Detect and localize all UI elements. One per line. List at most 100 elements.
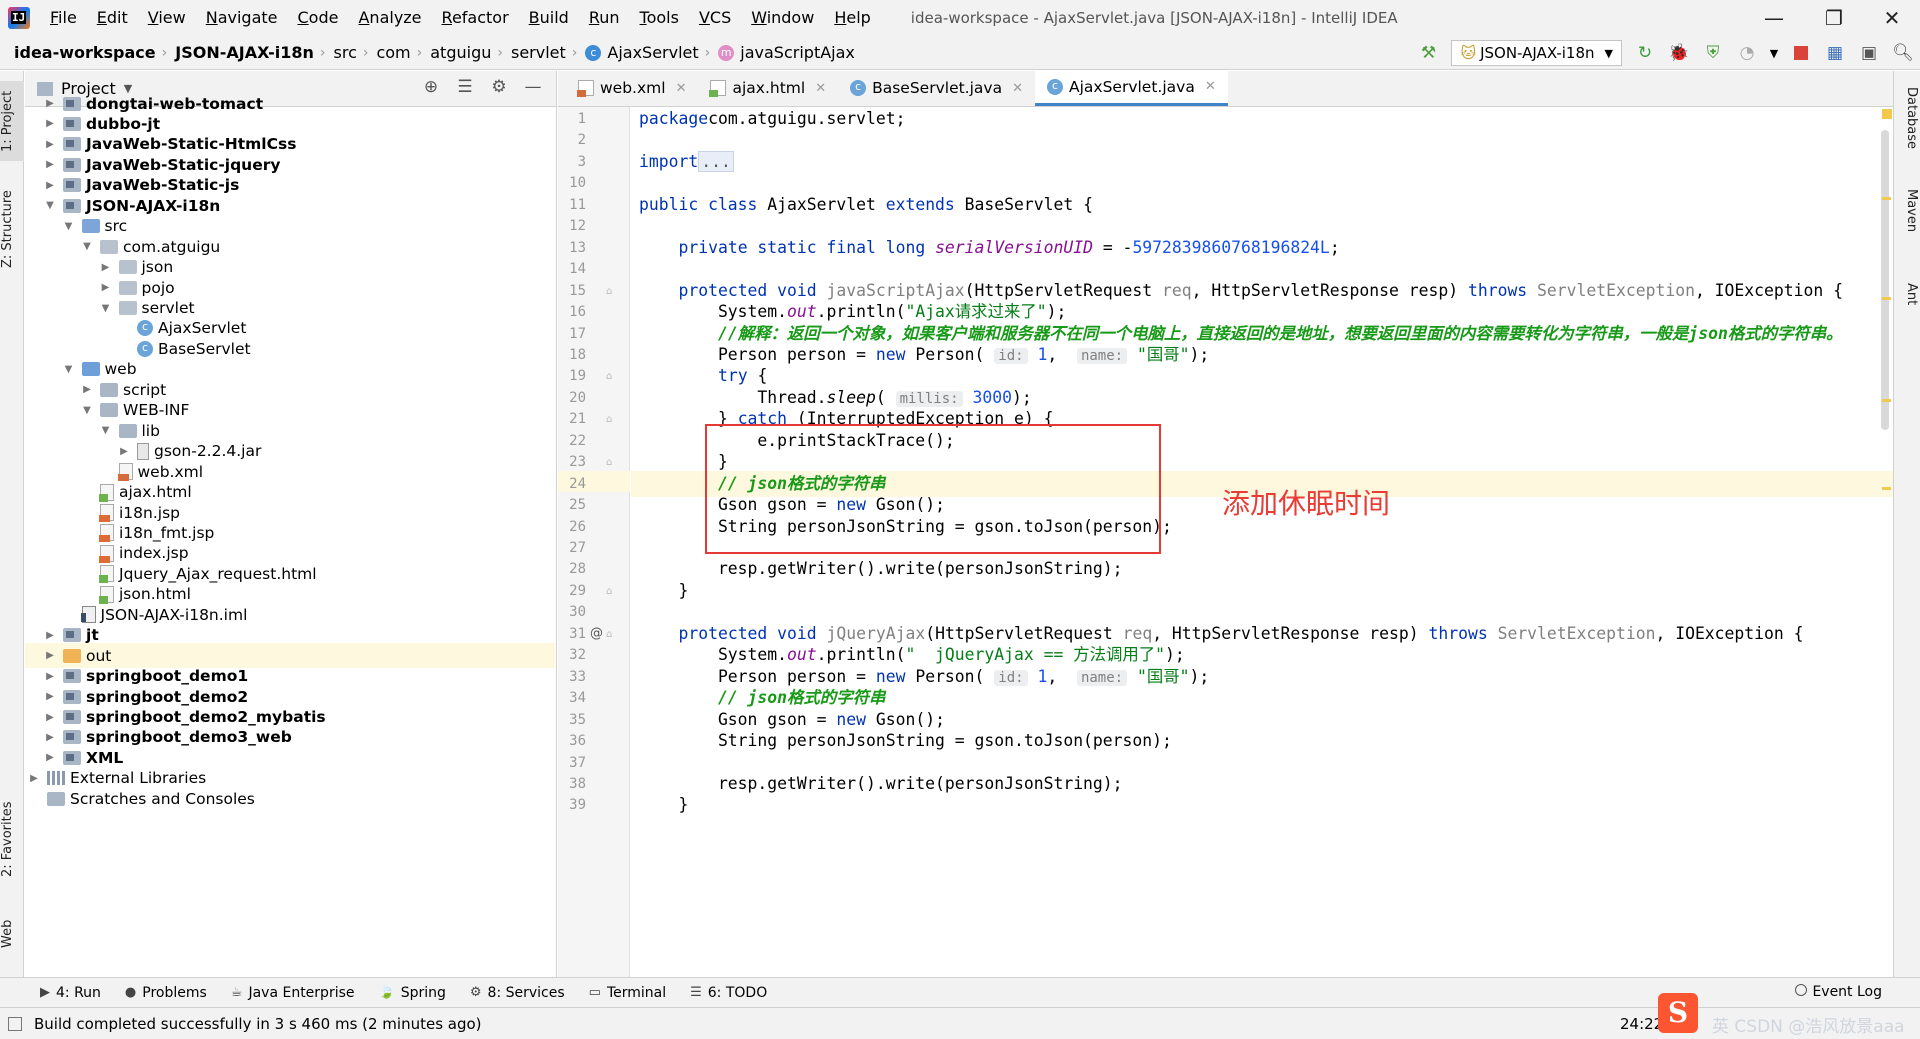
stop-icon[interactable] [1786, 38, 1816, 68]
editor-tab[interactable]: BaseServlet.java ✕ [838, 70, 1035, 106]
collapse-arrow-icon[interactable]: ▼ [43, 200, 57, 211]
menu-vcs[interactable]: VCS [689, 0, 741, 36]
debug-icon[interactable]: 🐞 [1664, 38, 1694, 68]
menu-build[interactable]: Build [519, 0, 579, 36]
expand-arrow-icon[interactable]: ▶ [43, 752, 57, 763]
editor-tab[interactable]: AjaxServlet.java ✕ [1035, 70, 1228, 106]
fold-marker-icon[interactable]: ⌂ [606, 414, 612, 425]
stripe-mark[interactable] [1882, 197, 1891, 200]
tool-window-8-services[interactable]: ⚙ 8: Services [458, 985, 577, 1001]
structure-tool-tab[interactable]: Z: Structure [0, 181, 24, 277]
presentation-icon[interactable]: ▣ [1854, 38, 1884, 68]
warning-indicator-icon[interactable] [1882, 109, 1892, 119]
close-tab-icon[interactable]: ✕ [815, 81, 826, 96]
expand-arrow-icon[interactable]: ▶ [43, 712, 57, 723]
menu-edit[interactable]: Edit [87, 0, 138, 36]
code-line[interactable]: } [631, 792, 1893, 818]
expand-arrow-icon[interactable]: ▶ [43, 732, 57, 743]
folded-imports[interactable]: ... [698, 150, 734, 172]
menu-refactor[interactable]: Refactor [432, 0, 519, 36]
tool-window-problems[interactable]: ● Problems [113, 985, 219, 1001]
breadcrumb-item[interactable]: JSON-AJAX-i18n [169, 43, 318, 62]
fold-marker-icon[interactable]: ⌂ [606, 286, 612, 297]
expand-arrow-icon[interactable]: ▶ [99, 282, 113, 293]
editor-tab[interactable]: web.xml ✕ [566, 70, 698, 106]
tree-item[interactable]: Scratches and Consoles [25, 786, 555, 811]
tool-window-spring[interactable]: 🍃 Spring [367, 985, 458, 1001]
minimize-button[interactable]: — [1746, 0, 1802, 36]
expand-arrow-icon[interactable]: ▶ [117, 446, 131, 457]
fold-marker-icon[interactable]: ⌂ [606, 586, 612, 597]
build-hammer-icon[interactable]: ⚒ [1413, 38, 1443, 68]
ant-tool-tab[interactable]: Ant [1897, 283, 1919, 323]
fold-marker-icon[interactable]: ⌂ [606, 371, 612, 382]
editor-tab[interactable]: ajax.html ✕ [698, 70, 838, 106]
menu-file[interactable]: File [40, 0, 87, 36]
expand-arrow-icon[interactable]: ▶ [43, 159, 57, 170]
favorites-tool-tab[interactable]: 2: Favorites [0, 791, 24, 887]
collapse-arrow-icon[interactable]: ▼ [99, 303, 113, 314]
menu-view[interactable]: View [138, 0, 196, 36]
project-tool-tab[interactable]: 1: Project [0, 81, 24, 161]
close-tab-icon[interactable]: ✕ [1012, 81, 1023, 96]
expand-arrow-icon[interactable]: ▶ [43, 180, 57, 191]
stripe-mark[interactable] [1882, 487, 1891, 490]
expand-arrow-icon[interactable]: ▶ [43, 630, 57, 641]
stripe-mark[interactable] [1882, 297, 1891, 300]
collapse-arrow-icon[interactable]: ▼ [80, 241, 94, 252]
breadcrumb-item[interactable]: servlet [505, 43, 570, 62]
line-number[interactable]: 39 [558, 792, 586, 818]
breadcrumb-item[interactable]: m javaScriptAjax [712, 43, 859, 62]
project-structure-icon[interactable]: ▦ [1820, 38, 1850, 68]
menu-navigate[interactable]: Navigate [196, 0, 288, 36]
search-icon[interactable]: 🔍︎ [1888, 38, 1918, 68]
collapse-arrow-icon[interactable]: ▼ [62, 364, 76, 375]
menu-run[interactable]: Run [579, 0, 630, 36]
breadcrumb-item[interactable]: idea-workspace [8, 43, 160, 62]
close-window-button[interactable]: ✕ [1864, 0, 1920, 36]
expand-arrow-icon[interactable]: ▶ [80, 384, 94, 395]
menu-window[interactable]: Window [741, 0, 824, 36]
collapse-arrow-icon[interactable]: ▼ [80, 405, 94, 416]
close-tab-icon[interactable]: ✕ [1205, 79, 1216, 94]
tool-window-java-enterprise[interactable]: ☕ Java Enterprise [219, 985, 367, 1001]
tool-window-4-run[interactable]: ▶ 4: Run [28, 985, 113, 1001]
expand-arrow-icon[interactable]: ▶ [43, 650, 57, 661]
profile-icon[interactable]: ◔ [1732, 38, 1762, 68]
fold-marker-icon[interactable]: ⌂ [606, 629, 612, 640]
override-icon[interactable]: @ [590, 626, 603, 641]
tool-window-6-todo[interactable]: ☰ 6: TODO [678, 985, 779, 1001]
cursor-position[interactable]: 24:22 [1620, 1015, 1663, 1033]
status-message[interactable]: Build completed successfully in 3 s 460 … [34, 1015, 482, 1033]
expand-arrow-icon[interactable]: ▶ [43, 691, 57, 702]
coverage-icon[interactable]: ⛨ [1698, 38, 1728, 68]
expand-arrow-icon[interactable]: ▶ [43, 671, 57, 682]
rerun-icon[interactable]: ↻ [1630, 38, 1660, 68]
menu-help[interactable]: Help [824, 0, 880, 36]
more-run-icon[interactable]: ▼ [1766, 38, 1782, 68]
menu-analyze[interactable]: Analyze [348, 0, 431, 36]
status-toggle-icon[interactable] [8, 1017, 22, 1031]
breadcrumb-item[interactable]: src [328, 43, 361, 62]
breadcrumb-item[interactable]: atguigu [424, 43, 495, 62]
collapse-arrow-icon[interactable]: ▼ [99, 425, 113, 436]
breadcrumb-item[interactable]: com [370, 43, 414, 62]
run-config-selector[interactable]: 🐱 JSON-AJAX-i18n ▼ [1451, 40, 1622, 66]
expand-arrow-icon[interactable]: ▶ [99, 262, 113, 273]
expand-arrow-icon[interactable]: ▶ [43, 139, 57, 150]
stripe-mark[interactable] [1882, 399, 1891, 402]
breadcrumb-item[interactable]: c AjaxServlet [579, 43, 702, 62]
menu-code[interactable]: Code [288, 0, 349, 36]
maven-tool-tab[interactable]: Maven [1897, 189, 1919, 249]
web-tool-tab[interactable]: Web [0, 909, 24, 959]
tool-window-terminal[interactable]: ▭ Terminal [577, 985, 678, 1001]
close-tab-icon[interactable]: ✕ [676, 81, 687, 96]
menu-tools[interactable]: Tools [630, 0, 689, 36]
event-log-button[interactable]: Event Log [1795, 984, 1882, 1000]
expand-arrow-icon[interactable]: ▶ [43, 118, 57, 129]
expand-arrow-icon[interactable]: ▶ [27, 773, 41, 784]
fold-marker-icon[interactable]: ⌂ [606, 457, 612, 468]
database-tool-tab[interactable]: Database [1897, 87, 1919, 167]
maximize-button[interactable]: ❐ [1806, 0, 1862, 36]
expand-arrow-icon[interactable]: ▶ [43, 98, 57, 109]
